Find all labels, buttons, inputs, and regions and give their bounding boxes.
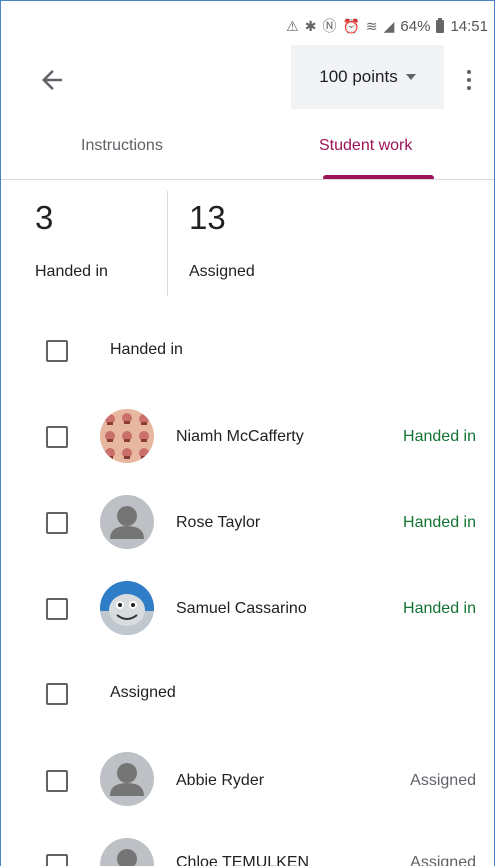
nfc-icon: Ⓝ [322, 18, 337, 34]
signal-icon: ◢ [383, 17, 395, 34]
alarm-icon: ⏰ [342, 17, 360, 34]
points-value: 100 points [319, 67, 398, 86]
student-status: Handed in [403, 600, 476, 617]
screen-frame: ⚠ ✱ Ⓝ ⏰ ≋ ◢ 64% 14:51 100 points Instruc… [0, 0, 495, 866]
student-checkbox[interactable] [46, 854, 68, 866]
group-header-assigned: Assigned [1, 653, 494, 733]
clock: 14:51 [450, 17, 488, 35]
status-icons: ⚠ ✱ Ⓝ ⏰ ≋ ◢ 64% 14:51 [286, 16, 488, 36]
avatar [100, 581, 154, 635]
battery-icon [436, 17, 445, 33]
avatar [100, 409, 154, 463]
student-status: Assigned [410, 772, 476, 789]
student-checkbox[interactable] [46, 426, 68, 448]
group-label-assigned: Assigned [110, 684, 176, 701]
assigned-count-label: Assigned [189, 263, 255, 280]
student-row[interactable]: Samuel Cassarino Handed in [1, 568, 494, 648]
tab-instructions[interactable]: Instructions [81, 137, 163, 155]
student-name: Chloe TEMULKEN [176, 854, 310, 866]
back-arrow-icon[interactable] [37, 65, 67, 95]
student-name: Samuel Cassarino [176, 600, 307, 617]
avatar [100, 838, 154, 866]
handed-in-count: 3 [35, 199, 54, 236]
stats-divider [167, 191, 168, 296]
bluetooth-icon: ✱ [304, 17, 317, 34]
student-checkbox[interactable] [46, 770, 68, 792]
avatar [100, 495, 154, 549]
student-checkbox[interactable] [46, 512, 68, 534]
battery-level: 64% [400, 17, 431, 35]
student-name: Abbie Ryder [176, 772, 265, 789]
select-assigned-checkbox[interactable] [46, 683, 68, 705]
tab-student-work[interactable]: Student work [319, 137, 412, 155]
student-name: Niamh McCafferty [176, 428, 304, 445]
student-row[interactable]: Abbie Ryder Assigned [1, 739, 494, 819]
handed-in-count-label: Handed in [35, 263, 108, 280]
avatar [100, 752, 154, 806]
group-header-handed-in: Handed in [1, 311, 494, 391]
assigned-count: 13 [189, 199, 226, 236]
student-row[interactable]: Chloe TEMULKEN Assigned [1, 825, 494, 866]
more-options-icon[interactable] [459, 65, 479, 95]
student-row[interactable]: Rose Taylor Handed in [1, 482, 494, 562]
points-dropdown[interactable]: 100 points [291, 45, 444, 109]
student-checkbox[interactable] [46, 598, 68, 620]
student-status: Assigned [410, 854, 476, 866]
student-status: Handed in [403, 514, 476, 531]
alert-icon: ⚠ [286, 17, 299, 34]
wifi-icon: ≋ [365, 17, 378, 34]
student-name: Rose Taylor [176, 514, 261, 531]
dropdown-caret-icon [405, 74, 416, 80]
group-label-handed-in: Handed in [110, 341, 183, 358]
student-status: Handed in [403, 428, 476, 445]
select-handed-in-checkbox[interactable] [46, 340, 68, 362]
student-row[interactable]: Niamh McCafferty Handed in [1, 396, 494, 476]
tab-divider [1, 179, 494, 180]
status-bar: ⚠ ✱ Ⓝ ⏰ ≋ ◢ 64% 14:51 [1, 1, 494, 41]
